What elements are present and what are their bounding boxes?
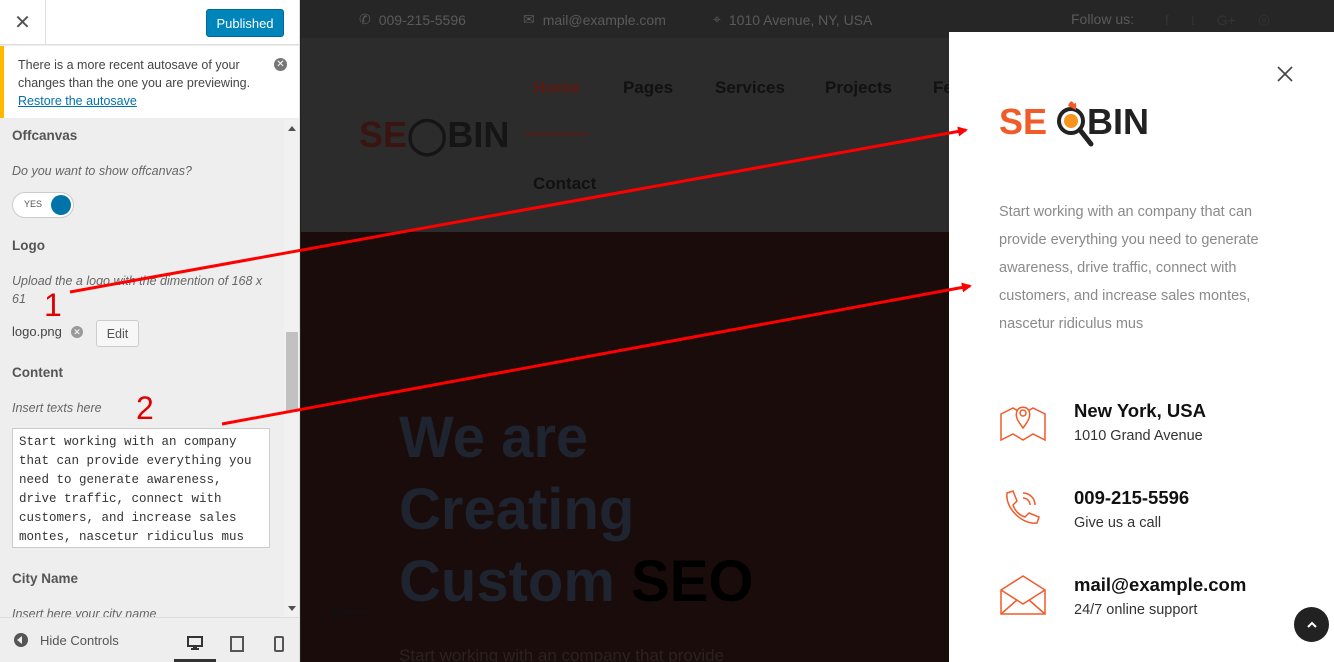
envelope-icon bbox=[999, 574, 1047, 616]
annotation-number-2: 2 bbox=[136, 390, 154, 426]
remove-file-icon[interactable]: ✕ bbox=[71, 326, 83, 338]
collapse-icon[interactable] bbox=[14, 633, 28, 647]
location-sub: 1010 Grand Avenue bbox=[1074, 428, 1203, 444]
content-desc: Insert texts here bbox=[12, 401, 102, 415]
scroll-down-icon[interactable] bbox=[288, 606, 296, 611]
phone-icon bbox=[999, 487, 1047, 529]
sidebar-footer: Hide Controls bbox=[0, 617, 299, 662]
location-icon: ⌖ bbox=[713, 11, 721, 27]
nav-contact[interactable]: Contact bbox=[533, 174, 596, 194]
customizer-screen: ✕ Published There is a more recent autos… bbox=[0, 0, 1334, 662]
email-sub: 24/7 online support bbox=[1074, 602, 1198, 618]
dismiss-icon[interactable]: ✕ bbox=[274, 58, 287, 71]
hero-title: We are Creating Custom SEO bbox=[399, 405, 754, 614]
instagram-icon[interactable]: ◎ bbox=[1258, 11, 1270, 28]
contact-item-phone: 009-215-5596 Give us a call bbox=[999, 487, 1299, 547]
sidebar-scrollbar[interactable] bbox=[284, 120, 299, 617]
offcanvas-question: Do you want to show offcanvas? bbox=[12, 164, 192, 178]
settings-panel: Offcanvas Do you want to show offcanvas?… bbox=[0, 120, 284, 617]
customizer-sidebar: ✕ Published There is a more recent autos… bbox=[0, 0, 300, 662]
close-offcanvas-icon[interactable] bbox=[1277, 66, 1293, 82]
twitter-icon[interactable]: t bbox=[1191, 12, 1195, 28]
phone-heading: 009-215-5596 bbox=[1074, 487, 1190, 508]
hide-controls-button[interactable]: Hide Controls bbox=[40, 633, 119, 648]
close-icon[interactable]: ✕ bbox=[0, 0, 46, 45]
googleplus-icon[interactable]: G+ bbox=[1217, 12, 1236, 28]
back-to-top-button[interactable] bbox=[1294, 607, 1329, 642]
location-heading: New York, USA bbox=[1074, 400, 1206, 421]
scroll-thumb[interactable] bbox=[286, 332, 298, 412]
follow-us-label: Follow us: bbox=[1071, 11, 1135, 27]
offcanvas-title: Offcanvas bbox=[12, 128, 78, 143]
topbar-email: ✉ mail@example.com bbox=[523, 11, 666, 28]
offcanvas-logo: SE BIN bbox=[999, 98, 1169, 163]
phone-sub: Give us a call bbox=[1074, 515, 1162, 531]
published-button[interactable]: Published bbox=[206, 9, 284, 37]
chevron-up-icon bbox=[1306, 621, 1317, 628]
tablet-icon[interactable] bbox=[216, 626, 258, 662]
logo-filename: logo.png bbox=[12, 324, 62, 339]
mobile-icon[interactable] bbox=[258, 626, 299, 662]
content-textarea[interactable]: Start working with an company that can p… bbox=[12, 428, 270, 548]
svg-text:BIN: BIN bbox=[1087, 101, 1149, 142]
autosave-notice: There is a more recent autosave of your … bbox=[0, 46, 299, 118]
contact-item-email: mail@example.com 24/7 online support bbox=[999, 574, 1299, 634]
edit-logo-button[interactable]: Edit bbox=[96, 320, 139, 347]
offcanvas-toggle[interactable]: YES bbox=[12, 192, 74, 218]
phone-icon: ✆ bbox=[359, 11, 371, 27]
topbar-phone: ✆ 009-215-5596 bbox=[359, 11, 466, 28]
toggle-label: YES bbox=[24, 199, 43, 209]
content-title: Content bbox=[12, 365, 63, 380]
restore-autosave-link[interactable]: Restore the autosave bbox=[18, 94, 137, 108]
mail-icon: ✉ bbox=[523, 11, 535, 27]
annotation-number-1: 1 bbox=[44, 287, 62, 323]
nav-active-underline bbox=[525, 133, 589, 135]
email-heading: mail@example.com bbox=[1074, 574, 1247, 595]
nav-services[interactable]: Services bbox=[715, 78, 785, 98]
social-icons: f t G+ ◎ bbox=[1165, 11, 1270, 28]
offcanvas-panel: SE BIN Start working with an company tha… bbox=[949, 32, 1334, 662]
notice-text: There is a more recent autosave of your … bbox=[18, 58, 251, 90]
map-pin-icon bbox=[999, 400, 1047, 442]
svg-text:SE: SE bbox=[999, 101, 1047, 142]
topbar-address: ⌖ 1010 Avenue, NY, USA bbox=[713, 11, 873, 28]
nav-pages[interactable]: Pages bbox=[623, 78, 673, 98]
nav-home[interactable]: Home bbox=[533, 78, 580, 98]
sidebar-header: ✕ Published bbox=[0, 0, 299, 45]
prev-slide-arrow-icon[interactable]: ⟵ bbox=[331, 596, 368, 627]
facebook-icon[interactable]: f bbox=[1165, 12, 1169, 28]
hero-subtitle: Start working with an company that provi… bbox=[399, 646, 725, 662]
logo-title: Logo bbox=[12, 238, 45, 253]
toggle-knob bbox=[51, 195, 71, 215]
site-logo[interactable]: SE◯BIN bbox=[359, 114, 509, 156]
offcanvas-content-text: Start working with an company that can p… bbox=[999, 204, 1259, 332]
desktop-icon[interactable] bbox=[174, 626, 216, 662]
nav-projects[interactable]: Projects bbox=[825, 78, 892, 98]
city-desc: Insert here your city name bbox=[12, 607, 157, 617]
contact-item-location: New York, USA 1010 Grand Avenue bbox=[999, 400, 1299, 460]
scroll-up-icon[interactable] bbox=[288, 126, 296, 131]
city-title: City Name bbox=[12, 571, 79, 586]
